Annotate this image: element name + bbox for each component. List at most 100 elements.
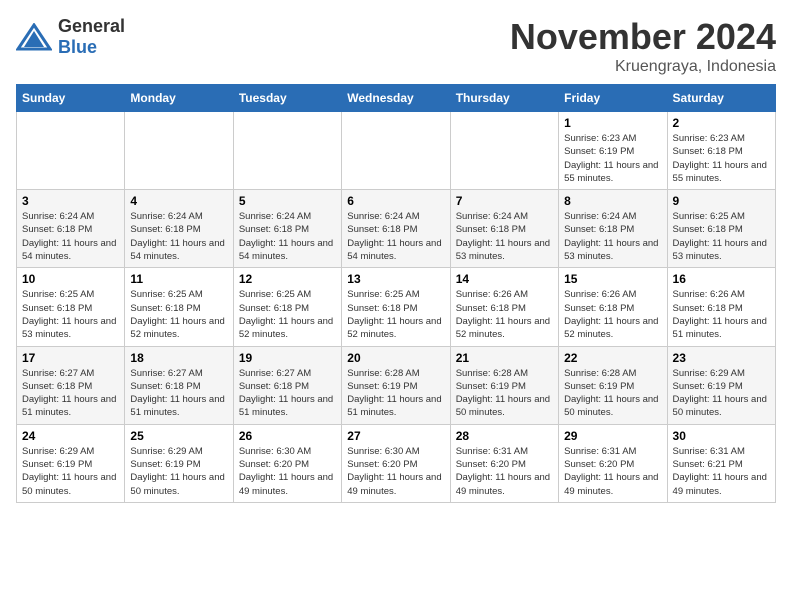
day-number: 30 <box>673 429 770 443</box>
calendar-day-cell: 1 Sunrise: 6:23 AM Sunset: 6:19 PM Daylig… <box>559 112 667 190</box>
day-info: Sunrise: 6:25 AM Sunset: 6:18 PM Dayligh… <box>673 210 770 263</box>
weekday-header-sunday: Sunday <box>17 85 125 112</box>
day-number: 26 <box>239 429 336 443</box>
day-number: 20 <box>347 351 444 365</box>
day-info: Sunrise: 6:31 AM Sunset: 6:20 PM Dayligh… <box>456 445 553 498</box>
title-area: November 2024 Kruengraya, Indonesia <box>510 16 776 76</box>
day-number: 18 <box>130 351 227 365</box>
day-number: 6 <box>347 194 444 208</box>
calendar-day-cell: 27 Sunrise: 6:30 AM Sunset: 6:20 PM Dayli… <box>342 424 450 502</box>
empty-cell <box>342 112 450 190</box>
empty-cell <box>125 112 233 190</box>
calendar-day-cell: 5 Sunrise: 6:24 AM Sunset: 6:18 PM Daylig… <box>233 190 341 268</box>
logo-text: General Blue <box>58 16 125 58</box>
day-number: 10 <box>22 272 119 286</box>
day-number: 22 <box>564 351 661 365</box>
weekday-header-wednesday: Wednesday <box>342 85 450 112</box>
day-info: Sunrise: 6:29 AM Sunset: 6:19 PM Dayligh… <box>130 445 227 498</box>
calendar-week-row: 24 Sunrise: 6:29 AM Sunset: 6:19 PM Dayli… <box>17 424 776 502</box>
day-number: 4 <box>130 194 227 208</box>
logo-blue: Blue <box>58 37 97 57</box>
day-info: Sunrise: 6:30 AM Sunset: 6:20 PM Dayligh… <box>347 445 444 498</box>
day-info: Sunrise: 6:24 AM Sunset: 6:18 PM Dayligh… <box>130 210 227 263</box>
day-info: Sunrise: 6:23 AM Sunset: 6:18 PM Dayligh… <box>673 132 770 185</box>
calendar-day-cell: 26 Sunrise: 6:30 AM Sunset: 6:20 PM Dayli… <box>233 424 341 502</box>
day-number: 25 <box>130 429 227 443</box>
day-info: Sunrise: 6:26 AM Sunset: 6:18 PM Dayligh… <box>673 288 770 341</box>
weekday-header-saturday: Saturday <box>667 85 775 112</box>
day-info: Sunrise: 6:24 AM Sunset: 6:18 PM Dayligh… <box>456 210 553 263</box>
day-number: 29 <box>564 429 661 443</box>
calendar-day-cell: 18Sunrise: 6:27 AM Sunset: 6:18 PM Dayli… <box>125 346 233 424</box>
day-info: Sunrise: 6:29 AM Sunset: 6:19 PM Dayligh… <box>22 445 119 498</box>
day-info: Sunrise: 6:26 AM Sunset: 6:18 PM Dayligh… <box>564 288 661 341</box>
day-info: Sunrise: 6:25 AM Sunset: 6:18 PM Dayligh… <box>347 288 444 341</box>
day-number: 7 <box>456 194 553 208</box>
day-number: 19 <box>239 351 336 365</box>
calendar-body: 1 Sunrise: 6:23 AM Sunset: 6:19 PM Daylig… <box>17 112 776 503</box>
day-info: Sunrise: 6:29 AM Sunset: 6:19 PM Dayligh… <box>673 367 770 420</box>
calendar-day-cell: 25 Sunrise: 6:29 AM Sunset: 6:19 PM Dayli… <box>125 424 233 502</box>
day-info: Sunrise: 6:25 AM Sunset: 6:18 PM Dayligh… <box>239 288 336 341</box>
day-info: Sunrise: 6:24 AM Sunset: 6:18 PM Dayligh… <box>22 210 119 263</box>
calendar-day-cell: 17Sunrise: 6:27 AM Sunset: 6:18 PM Dayli… <box>17 346 125 424</box>
month-title: November 2024 <box>510 16 776 58</box>
calendar-day-cell: 7 Sunrise: 6:24 AM Sunset: 6:18 PM Daylig… <box>450 190 558 268</box>
day-info: Sunrise: 6:28 AM Sunset: 6:19 PM Dayligh… <box>347 367 444 420</box>
day-info: Sunrise: 6:23 AM Sunset: 6:19 PM Dayligh… <box>564 132 661 185</box>
calendar-day-cell: 11 Sunrise: 6:25 AM Sunset: 6:18 PM Dayli… <box>125 268 233 346</box>
calendar-day-cell: 23 Sunrise: 6:29 AM Sunset: 6:19 PM Dayli… <box>667 346 775 424</box>
day-number: 28 <box>456 429 553 443</box>
day-number: 3 <box>22 194 119 208</box>
weekday-header-friday: Friday <box>559 85 667 112</box>
calendar-day-cell: 20 Sunrise: 6:28 AM Sunset: 6:19 PM Dayli… <box>342 346 450 424</box>
calendar-header: SundayMondayTuesdayWednesdayThursdayFrid… <box>17 85 776 112</box>
calendar-day-cell: 12 Sunrise: 6:25 AM Sunset: 6:18 PM Dayli… <box>233 268 341 346</box>
logo-icon <box>16 23 52 51</box>
day-info: Sunrise: 6:31 AM Sunset: 6:21 PM Dayligh… <box>673 445 770 498</box>
empty-cell <box>233 112 341 190</box>
calendar-day-cell: 24 Sunrise: 6:29 AM Sunset: 6:19 PM Dayli… <box>17 424 125 502</box>
empty-cell <box>450 112 558 190</box>
day-info: Sunrise: 6:25 AM Sunset: 6:18 PM Dayligh… <box>130 288 227 341</box>
day-number: 16 <box>673 272 770 286</box>
calendar-day-cell: 6Sunrise: 6:24 AM Sunset: 6:18 PM Daylig… <box>342 190 450 268</box>
weekday-header-row: SundayMondayTuesdayWednesdayThursdayFrid… <box>17 85 776 112</box>
calendar-day-cell: 14Sunrise: 6:26 AM Sunset: 6:18 PM Dayli… <box>450 268 558 346</box>
day-info: Sunrise: 6:24 AM Sunset: 6:18 PM Dayligh… <box>239 210 336 263</box>
calendar-day-cell: 8Sunrise: 6:24 AM Sunset: 6:18 PM Daylig… <box>559 190 667 268</box>
calendar-day-cell: 30 Sunrise: 6:31 AM Sunset: 6:21 PM Dayli… <box>667 424 775 502</box>
calendar-day-cell: 9Sunrise: 6:25 AM Sunset: 6:18 PM Daylig… <box>667 190 775 268</box>
day-number: 12 <box>239 272 336 286</box>
day-number: 24 <box>22 429 119 443</box>
day-number: 17 <box>22 351 119 365</box>
calendar-week-row: 1 Sunrise: 6:23 AM Sunset: 6:19 PM Daylig… <box>17 112 776 190</box>
calendar: SundayMondayTuesdayWednesdayThursdayFrid… <box>16 84 776 503</box>
day-info: Sunrise: 6:24 AM Sunset: 6:18 PM Dayligh… <box>564 210 661 263</box>
day-info: Sunrise: 6:27 AM Sunset: 6:18 PM Dayligh… <box>239 367 336 420</box>
calendar-day-cell: 13 Sunrise: 6:25 AM Sunset: 6:18 PM Dayli… <box>342 268 450 346</box>
calendar-day-cell: 21Sunrise: 6:28 AM Sunset: 6:19 PM Dayli… <box>450 346 558 424</box>
day-number: 14 <box>456 272 553 286</box>
calendar-day-cell: 16 Sunrise: 6:26 AM Sunset: 6:18 PM Dayli… <box>667 268 775 346</box>
calendar-week-row: 17 Sunrise: 6:27 AM Sunset: 6:18 PM Dayli… <box>17 346 776 424</box>
day-number: 2 <box>673 116 770 130</box>
day-number: 13 <box>347 272 444 286</box>
day-number: 27 <box>347 429 444 443</box>
day-number: 5 <box>239 194 336 208</box>
day-number: 1 <box>564 116 661 130</box>
calendar-day-cell: 3 Sunrise: 6:24 AM Sunset: 6:18 PM Daylig… <box>17 190 125 268</box>
day-info: Sunrise: 6:28 AM Sunset: 6:19 PM Dayligh… <box>564 367 661 420</box>
day-number: 15 <box>564 272 661 286</box>
day-info: Sunrise: 6:31 AM Sunset: 6:20 PM Dayligh… <box>564 445 661 498</box>
logo-general: General <box>58 16 125 36</box>
calendar-day-cell: 15 Sunrise: 6:26 AM Sunset: 6:18 PM Dayli… <box>559 268 667 346</box>
day-number: 23 <box>673 351 770 365</box>
day-info: Sunrise: 6:28 AM Sunset: 6:19 PM Dayligh… <box>456 367 553 420</box>
calendar-day-cell: 28 Sunrise: 6:31 AM Sunset: 6:20 PM Dayli… <box>450 424 558 502</box>
calendar-day-cell: 2 Sunrise: 6:23 AM Sunset: 6:18 PM Daylig… <box>667 112 775 190</box>
calendar-week-row: 10 Sunrise: 6:25 AM Sunset: 6:18 PM Dayli… <box>17 268 776 346</box>
day-number: 11 <box>130 272 227 286</box>
calendar-day-cell: 29 Sunrise: 6:31 AM Sunset: 6:20 PM Dayli… <box>559 424 667 502</box>
day-info: Sunrise: 6:30 AM Sunset: 6:20 PM Dayligh… <box>239 445 336 498</box>
